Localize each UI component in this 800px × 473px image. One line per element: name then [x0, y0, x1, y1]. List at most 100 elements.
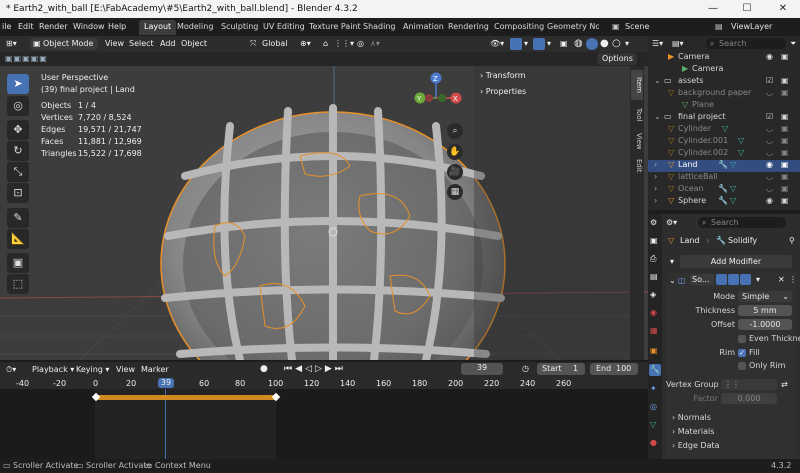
outliner-row-background-paper[interactable]: ▽ background paper ◡ ▣ [648, 88, 800, 100]
drag-handle-icon[interactable]: ⋮ [789, 275, 797, 284]
tab-rendering[interactable]: Rendering [443, 20, 494, 35]
snap-mode-icon[interactable]: ⋮⋮▾ [334, 39, 354, 48]
checkbox-icon[interactable]: ☑ [766, 76, 773, 85]
playback-controls-icon[interactable]: ⏮◀◁▷▶⏭ [284, 364, 346, 374]
edit-mode-toggle-icon[interactable] [716, 274, 727, 285]
modifier-name-field[interactable]: So... [690, 274, 714, 285]
rotate-tool-icon[interactable]: ↻ [7, 141, 29, 161]
render-tab-icon[interactable]: ▣ [650, 236, 658, 245]
tab-modeling[interactable]: Modeling [172, 20, 218, 35]
vp-menu-select[interactable]: Select [129, 39, 154, 48]
tool-tab-icon[interactable]: ⚙ [650, 218, 657, 227]
properties-editor-icon[interactable]: ⚙▾ [666, 218, 677, 227]
section-edge-data[interactable]: › Edge Data [672, 441, 720, 450]
tab-layout[interactable]: Layout [139, 20, 177, 35]
visibility-eye-icon[interactable]: ◉ [766, 196, 773, 205]
render-camera-icon[interactable]: ▣ [781, 112, 789, 121]
3d-viewport[interactable]: Z X Y ➤ ◎ ✥ ↻ ⤡ ⊡ ✎ 📐 ▣ ⬚ User Perspecti… [0, 66, 648, 360]
pin-icon[interactable]: ⚲ [789, 236, 795, 245]
menu-keying[interactable]: Keying ▾ [76, 365, 109, 374]
playhead[interactable]: 39 [158, 378, 174, 388]
object-tab-icon[interactable]: ▣ [650, 346, 658, 355]
outliner-editor-icon[interactable]: ☰▾ [652, 39, 663, 48]
keyframe-range-bar[interactable] [96, 395, 276, 400]
tab-view[interactable]: View [631, 128, 643, 154]
hidden-eye-icon[interactable]: ◡ [766, 124, 773, 133]
view-layer-tab-icon[interactable]: ▤ [650, 272, 658, 281]
world-tab-icon[interactable]: ◉ [650, 308, 657, 317]
menu-render[interactable]: Render [39, 22, 67, 31]
tab-animation[interactable]: Animation [398, 20, 449, 35]
modifier-tab-icon[interactable]: 🔧 [649, 364, 661, 376]
material-shading-icon[interactable]: ● [600, 38, 609, 49]
menu-playback[interactable]: Playback ▾ [32, 365, 74, 374]
gizmo-toggle-icon[interactable] [510, 38, 522, 50]
gizmo-dropdown-icon[interactable]: ▾ [524, 39, 528, 48]
options-button[interactable]: Options [597, 53, 637, 65]
camera-view-icon[interactable]: 🎥 [447, 164, 463, 180]
realtime-toggle-icon[interactable] [728, 274, 739, 285]
panel-properties[interactable]: › Properties [480, 87, 526, 96]
timeline-area[interactable]: -40 -20 0 20 39 60 80 100 120 140 160 18… [0, 377, 648, 459]
expand-chevron-icon[interactable]: ⌄ [654, 76, 661, 85]
scene-tab-icon[interactable]: ◈ [650, 290, 656, 299]
output-tab-icon[interactable]: ⎙ [650, 254, 656, 264]
ortho-grid-icon[interactable]: ▦ [447, 184, 463, 200]
add-modifier-dropdown-icon[interactable]: ▾ [670, 257, 674, 266]
even-thickness-checkbox[interactable] [738, 335, 746, 343]
outliner-row-plane[interactable]: ▽ Plane [648, 100, 800, 112]
render-camera-icon[interactable]: ▣ [781, 76, 789, 85]
outliner-search[interactable]: ⌕ Search [706, 38, 786, 49]
outliner-row-camera-data[interactable]: ▶ Camera [648, 64, 800, 76]
outliner-row-land[interactable]: › ▽ Land 🔧 ▽ ◉ ▣ [648, 160, 800, 172]
rendered-shading-icon[interactable]: ○ [612, 38, 621, 49]
add-cube-tool-icon[interactable]: ▣ [7, 253, 29, 273]
transform-orientation-icon[interactable]: ⤧ [250, 39, 256, 49]
end-frame-field[interactable]: End 100 [590, 363, 638, 375]
expand-chevron-icon[interactable]: › [654, 172, 657, 181]
menu-file[interactable]: ile [2, 22, 11, 31]
render-camera-icon[interactable]: ▣ [781, 136, 789, 145]
data-tab-icon[interactable]: ▽ [650, 420, 656, 429]
overlay-dropdown-icon[interactable]: ▾ [547, 39, 551, 48]
close-button[interactable]: ✕ [766, 0, 800, 18]
solid-shading-icon[interactable] [586, 38, 598, 50]
outliner-row-ocean[interactable]: › ▽ Ocean 🔧 ▽ ◡ ▣ [648, 184, 800, 196]
tab-shading[interactable]: Shading [358, 20, 401, 35]
collapse-chevron-icon[interactable]: ⌄ [669, 276, 676, 285]
expand-chevron-icon[interactable]: › [654, 196, 657, 205]
properties-search[interactable]: ⌕ Search [698, 217, 786, 228]
zoom-icon[interactable]: ⌕ [447, 123, 463, 139]
filter-icon[interactable]: ⏷ [790, 39, 796, 49]
transform-orientation[interactable]: Global [262, 39, 288, 48]
snap-icon[interactable]: ⌂ [323, 39, 328, 48]
tab-compositing[interactable]: Compositing [489, 20, 549, 35]
hidden-eye-icon[interactable]: ◡ [766, 88, 773, 97]
overlay-toggle-icon[interactable] [533, 38, 545, 50]
expand-chevron-icon[interactable]: › [654, 184, 657, 193]
wireframe-shading-icon[interactable]: ◍ [574, 38, 583, 49]
expand-chevron-icon[interactable]: › [654, 160, 657, 169]
hidden-eye-icon[interactable]: ◡ [766, 184, 773, 193]
maximize-button[interactable]: ☐ [730, 0, 764, 18]
outliner-row-assets[interactable]: ⌄ ▭ assets ☑ ▣ [648, 76, 800, 88]
measure-tool-icon[interactable]: 📐 [7, 229, 29, 249]
outliner-row-latticeball[interactable]: › ▽ latticeBall ◡ ▣ [648, 172, 800, 184]
scene-name[interactable]: Scene [625, 22, 649, 31]
mode-dropdown[interactable]: ▣ Object Mode [30, 38, 98, 50]
add-modifier-button[interactable]: Add Modifier [680, 255, 792, 268]
vp-menu-object[interactable]: Object [181, 39, 207, 48]
render-camera-icon[interactable]: ▣ [781, 148, 789, 157]
vp-menu-view[interactable]: View [105, 39, 124, 48]
scale-tool-icon[interactable]: ⤡ [7, 162, 29, 182]
outliner-row-cylinder-002[interactable]: ▽ Cylinder.002 ▽ ◡ ▣ [648, 148, 800, 160]
mode-select[interactable]: Simple ⌄ [738, 291, 792, 302]
physics-tab-icon[interactable]: ◎ [650, 402, 657, 411]
select-mode-icons[interactable]: ▣▣▣▣▣ [5, 54, 48, 63]
menu-help[interactable]: Help [108, 22, 126, 31]
render-camera-icon[interactable]: ▣ [781, 124, 789, 133]
outliner-row-camera[interactable]: ▶ Camera ◉ ▣ [648, 52, 800, 64]
only-rim-checkbox[interactable] [738, 362, 746, 370]
proportional-icon[interactable]: ◎ [357, 39, 364, 48]
thickness-field[interactable]: 5 mm [738, 305, 792, 316]
